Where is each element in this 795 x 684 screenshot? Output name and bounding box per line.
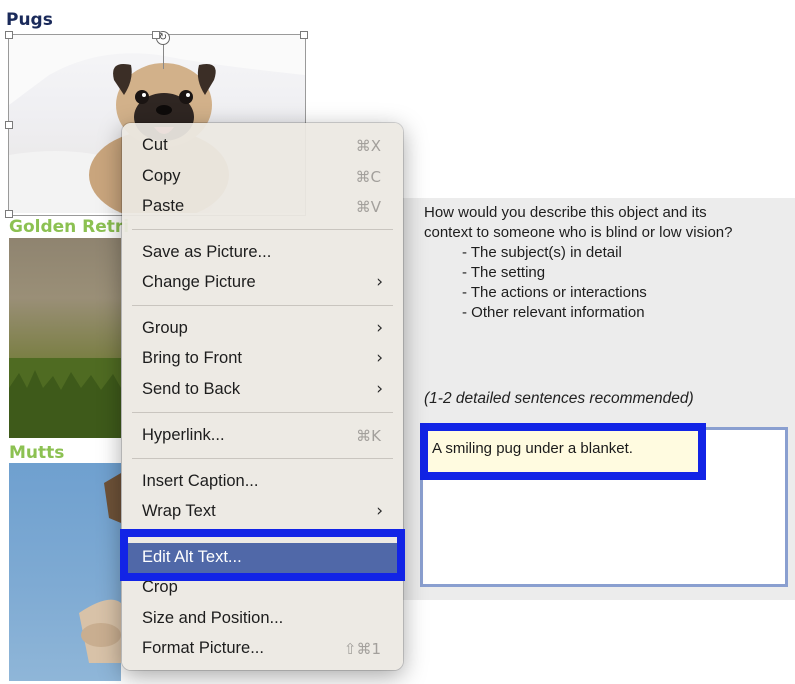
rotate-connector bbox=[163, 44, 164, 69]
chevron-right-icon: › bbox=[376, 272, 383, 292]
resize-handle-bottom-left[interactable] bbox=[5, 210, 13, 218]
menu-item-paste[interactable]: Paste ⌘V bbox=[122, 192, 403, 222]
menu-item-group[interactable]: Group › bbox=[122, 314, 403, 344]
resize-handle-left[interactable] bbox=[5, 121, 13, 129]
menu-item-wrap-text[interactable]: Wrap Text › bbox=[122, 497, 403, 527]
menu-item-send-to-back[interactable]: Send to Back › bbox=[122, 375, 403, 405]
edit-alt-text-highlight-box bbox=[120, 529, 405, 581]
menu-item-label: Group bbox=[142, 319, 188, 337]
menu-item-label: Size and Position... bbox=[142, 609, 284, 627]
menu-item-label: Insert Caption... bbox=[142, 472, 259, 490]
menu-item-label: Save as Picture... bbox=[142, 243, 272, 261]
menu-item-label: Change Picture bbox=[142, 273, 256, 291]
menu-separator bbox=[132, 305, 393, 306]
resize-handle-top[interactable] bbox=[152, 31, 160, 39]
heading-pugs: Pugs bbox=[6, 10, 53, 30]
shortcut-label: ⌘K bbox=[356, 427, 381, 445]
menu-item-label: Paste bbox=[142, 197, 185, 215]
chevron-right-icon: › bbox=[376, 379, 383, 399]
menu-item-label: Wrap Text bbox=[142, 502, 216, 520]
menu-item-save-as-picture[interactable]: Save as Picture... bbox=[122, 238, 403, 268]
bullet-subjects: - The subject(s) in detail bbox=[462, 244, 622, 261]
instructions-line-2: context to someone who is blind or low v… bbox=[424, 224, 733, 241]
heading-mutts: Mutts bbox=[9, 443, 65, 463]
shortcut-label: ⌘X bbox=[355, 137, 381, 155]
mutts-photo[interactable] bbox=[9, 463, 121, 681]
menu-item-hyperlink[interactable]: Hyperlink... ⌘K bbox=[122, 421, 403, 451]
context-menu: Cut ⌘X Copy ⌘C Paste ⌘V Save as Picture.… bbox=[122, 123, 403, 670]
menu-item-label: Format Picture... bbox=[142, 639, 264, 657]
grass-illustration bbox=[9, 358, 121, 438]
menu-item-label: Copy bbox=[142, 167, 181, 185]
menu-item-insert-caption[interactable]: Insert Caption... bbox=[122, 467, 403, 497]
alt-text-instructions: How would you describe this object and i… bbox=[424, 203, 794, 323]
instructions-line-1: How would you describe this object and i… bbox=[424, 204, 707, 221]
bullet-actions: - The actions or interactions bbox=[462, 284, 647, 301]
shortcut-label: ⌘V bbox=[355, 198, 381, 216]
menu-item-format-picture[interactable]: Format Picture... ⇧⌘1 bbox=[122, 634, 403, 664]
menu-item-size-and-position[interactable]: Size and Position... bbox=[122, 604, 403, 634]
chevron-right-icon: › bbox=[376, 501, 383, 521]
menu-separator bbox=[132, 412, 393, 413]
alt-text-value[interactable]: A smiling pug under a blanket. bbox=[432, 440, 633, 457]
menu-item-label: Send to Back bbox=[142, 380, 241, 398]
alt-text-panel: How would you describe this object and i… bbox=[402, 198, 795, 600]
menu-separator bbox=[132, 229, 393, 230]
bullet-other: - Other relevant information bbox=[462, 304, 645, 321]
mutt-illustration bbox=[79, 473, 121, 663]
menu-item-bring-to-front[interactable]: Bring to Front › bbox=[122, 344, 403, 374]
menu-item-label: Bring to Front bbox=[142, 349, 242, 367]
heading-golden-retriever: Golden Retri bbox=[9, 217, 130, 237]
shortcut-label: ⌘C bbox=[355, 168, 381, 186]
menu-item-label: Hyperlink... bbox=[142, 426, 225, 444]
menu-item-label: Cut bbox=[142, 136, 168, 154]
menu-item-copy[interactable]: Copy ⌘C bbox=[122, 162, 403, 192]
resize-handle-top-left[interactable] bbox=[5, 31, 13, 39]
bullet-setting: - The setting bbox=[462, 264, 546, 281]
menu-separator bbox=[132, 458, 393, 459]
shortcut-label: ⇧⌘1 bbox=[343, 640, 381, 658]
golden-retriever-photo[interactable] bbox=[9, 238, 121, 438]
chevron-right-icon: › bbox=[376, 318, 383, 338]
chevron-right-icon: › bbox=[376, 348, 383, 368]
recommendation-note: (1-2 detailed sentences recommended) bbox=[424, 390, 694, 407]
menu-item-cut[interactable]: Cut ⌘X bbox=[122, 131, 403, 161]
menu-item-change-picture[interactable]: Change Picture › bbox=[122, 268, 403, 298]
resize-handle-top-right[interactable] bbox=[300, 31, 308, 39]
